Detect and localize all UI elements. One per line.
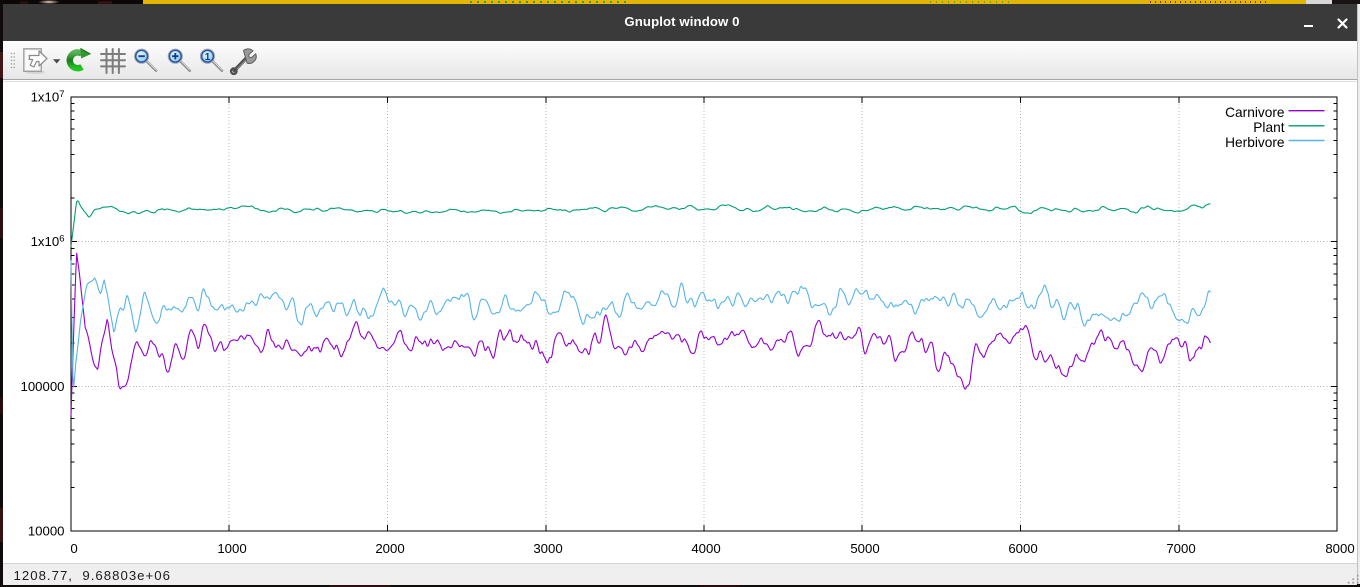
- svg-text:8000: 8000: [1325, 541, 1354, 556]
- svg-text:10000: 10000: [28, 524, 65, 539]
- svg-text:Herbivore: Herbivore: [1225, 135, 1284, 150]
- svg-text:3000: 3000: [533, 541, 562, 556]
- svg-text:1x106: 1x106: [31, 234, 65, 250]
- svg-text:6000: 6000: [1008, 541, 1037, 556]
- svg-text:5000: 5000: [850, 541, 879, 556]
- svg-text:Plant: Plant: [1253, 120, 1284, 135]
- svg-text:1x107: 1x107: [31, 89, 65, 105]
- svg-text:4000: 4000: [691, 541, 720, 556]
- svg-text:1000: 1000: [217, 541, 246, 556]
- svg-text:7000: 7000: [1166, 541, 1195, 556]
- svg-text:0: 0: [70, 541, 77, 556]
- svg-text:Carnivore: Carnivore: [1225, 105, 1284, 120]
- svg-text:100000: 100000: [20, 379, 64, 394]
- svg-text:2000: 2000: [375, 541, 404, 556]
